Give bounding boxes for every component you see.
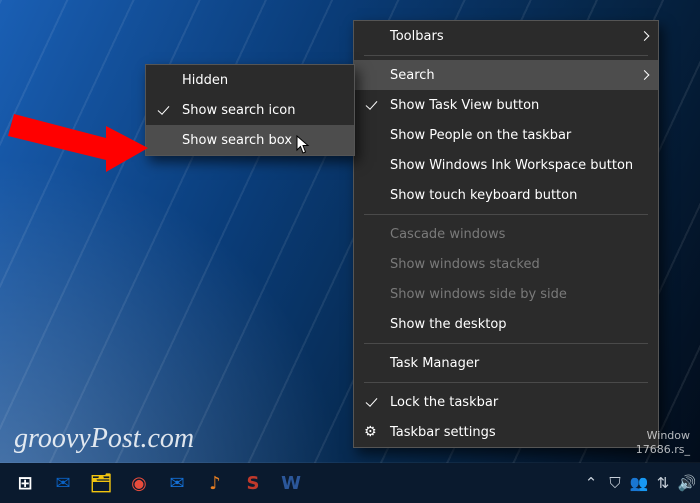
watermark: groovyPost.com xyxy=(14,423,194,455)
separator xyxy=(364,382,648,383)
menu-item-show-people[interactable]: Show People on the taskbar xyxy=(354,120,658,150)
separator xyxy=(364,343,648,344)
annotation-arrow-icon xyxy=(8,94,148,174)
menu-item-cascade: Cascade windows xyxy=(354,219,658,249)
build-line2: 17686.rs_ xyxy=(636,443,690,457)
label: Cascade windows xyxy=(390,227,505,242)
label: Show Task View button xyxy=(390,98,539,113)
label: Lock the taskbar xyxy=(390,395,498,410)
label: Taskbar settings xyxy=(390,425,496,440)
label: Show search icon xyxy=(182,103,295,118)
build-info: Window 17686.rs_ xyxy=(636,429,690,457)
menu-item-show-task-view[interactable]: Show Task View button xyxy=(354,90,658,120)
label: Search xyxy=(390,68,435,83)
taskbar-file-explorer-icon[interactable]: 🗂 xyxy=(85,467,117,499)
taskbar-outlook-icon[interactable]: ✉ xyxy=(47,467,79,499)
taskbar-context-menu: Toolbars Search Show Task View button Sh… xyxy=(353,20,659,448)
label: Show People on the taskbar xyxy=(390,128,571,143)
taskbar-start-icon[interactable]: ⊞ xyxy=(9,467,41,499)
menu-item-stacked: Show windows stacked xyxy=(354,249,658,279)
tray-security-icon[interactable]: ⛉ xyxy=(606,474,624,492)
menu-item-show-touch-keyboard[interactable]: Show touch keyboard button xyxy=(354,180,658,210)
tray-chevron-up-icon[interactable]: ⌃ xyxy=(582,474,600,492)
menu-item-show-search-box[interactable]: Show search box xyxy=(146,125,354,155)
system-tray: ⌃ ⛉ 👥 ⇅ 🔊 xyxy=(582,463,696,503)
menu-item-task-manager[interactable]: Task Manager xyxy=(354,348,658,378)
search-submenu: Hidden Show search icon Show search box xyxy=(145,64,355,156)
taskbar-snagit-icon[interactable]: S xyxy=(237,467,269,499)
menu-item-show-search-icon[interactable]: Show search icon xyxy=(146,95,354,125)
build-line1: Window xyxy=(636,429,690,443)
separator xyxy=(364,55,648,56)
taskbar-mail-icon[interactable]: ✉ xyxy=(161,467,193,499)
label: Show windows stacked xyxy=(390,257,540,272)
separator xyxy=(364,214,648,215)
label: Task Manager xyxy=(390,356,479,371)
menu-item-side-by-side: Show windows side by side xyxy=(354,279,658,309)
tray-people-icon[interactable]: 👥 xyxy=(630,474,648,492)
label: Show windows side by side xyxy=(390,287,567,302)
menu-item-lock-taskbar[interactable]: Lock the taskbar xyxy=(354,387,658,417)
label: Toolbars xyxy=(390,29,444,44)
taskbar: ⊞✉🗂◉✉♪SW ⌃ ⛉ 👥 ⇅ 🔊 xyxy=(0,463,700,503)
menu-item-show-desktop[interactable]: Show the desktop xyxy=(354,309,658,339)
label: Show touch keyboard button xyxy=(390,188,577,203)
menu-item-search[interactable]: Search xyxy=(354,60,658,90)
label: Show the desktop xyxy=(390,317,507,332)
menu-item-hidden[interactable]: Hidden xyxy=(146,65,354,95)
taskbar-chrome-icon[interactable]: ◉ xyxy=(123,467,155,499)
menu-item-taskbar-settings[interactable]: Taskbar settings xyxy=(354,417,658,447)
tray-volume-icon[interactable]: 🔊 xyxy=(678,474,696,492)
taskbar-word-icon[interactable]: W xyxy=(275,467,307,499)
tray-network-icon[interactable]: ⇅ xyxy=(654,474,672,492)
menu-item-show-ink[interactable]: Show Windows Ink Workspace button xyxy=(354,150,658,180)
taskbar-groove-icon[interactable]: ♪ xyxy=(199,467,231,499)
menu-item-toolbars[interactable]: Toolbars xyxy=(354,21,658,51)
desktop[interactable]: Toolbars Search Show Task View button Sh… xyxy=(0,0,700,503)
label: Show search box xyxy=(182,133,292,148)
label: Hidden xyxy=(182,73,228,88)
label: Show Windows Ink Workspace button xyxy=(390,158,633,173)
